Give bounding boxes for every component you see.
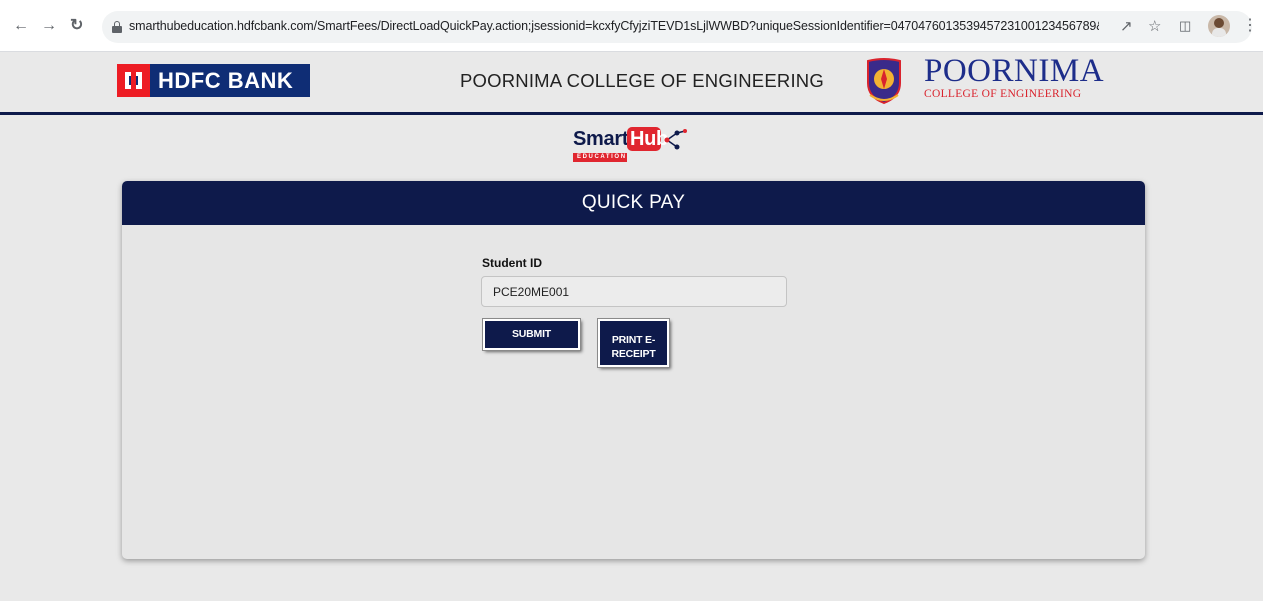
student-id-input[interactable] [481, 276, 787, 307]
reload-icon[interactable]: ↻ [70, 17, 83, 35]
share-icon[interactable]: ↗ [1120, 17, 1133, 35]
submit-button[interactable]: SUBMIT [482, 318, 581, 351]
card-title: QUICK PAY [122, 181, 1145, 225]
quick-pay-card: QUICK PAY Student ID SUBMIT PRINT E-RECE… [122, 181, 1145, 559]
address-bar[interactable]: smarthubeducation.hdfcbank.com/SmartFees… [102, 11, 1252, 43]
bookmark-star-icon[interactable]: ☆ [1148, 17, 1161, 35]
browser-toolbar: ← → ↻ smarthubeducation.hdfcbank.com/Sma… [0, 0, 1263, 52]
site-header: HDFC BANK POORNIMA COLLEGE OF ENGINEERIN… [0, 53, 1263, 115]
network-nodes-icon [664, 129, 687, 150]
college-title: POORNIMA COLLEGE OF ENGINEERING [460, 70, 824, 91]
poornima-logo-name: POORNIMA [924, 53, 1105, 89]
student-id-label: Student ID [482, 256, 542, 270]
print-e-receipt-button[interactable]: PRINT E-RECEIPT [597, 318, 670, 368]
forward-icon[interactable]: → [41, 17, 57, 35]
menu-kebab-icon[interactable]: ⋮ [1242, 15, 1258, 35]
poornima-logo-subtitle: COLLEGE OF ENGINEERING [924, 88, 1082, 100]
smarthub-education-text: EDUCATION [577, 154, 627, 160]
hdfc-mark-icon [117, 64, 150, 97]
url-text[interactable]: smarthubeducation.hdfcbank.com/SmartFees… [129, 19, 1099, 33]
back-icon[interactable]: ← [13, 17, 29, 35]
lock-icon[interactable] [112, 21, 122, 33]
hdfc-bank-logo: HDFC BANK [117, 64, 310, 97]
smarthub-smart-text: Smart [573, 128, 629, 150]
college-crest-icon [867, 58, 901, 105]
hdfc-logo-text: HDFC BANK [158, 67, 294, 93]
profile-avatar[interactable] [1208, 15, 1230, 37]
side-panel-icon[interactable]: ◫ [1179, 18, 1191, 34]
smarthub-logo: Smart Hub EDUCATION [573, 126, 703, 166]
